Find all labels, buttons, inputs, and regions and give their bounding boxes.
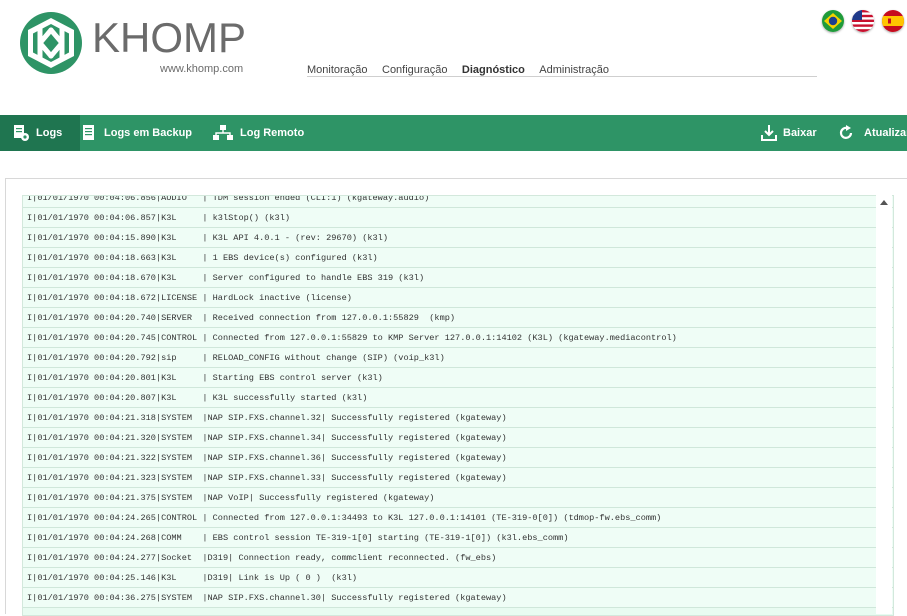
logs-backup-tab[interactable]: Logs em Backup <box>80 115 192 151</box>
scroll-up-icon[interactable] <box>880 200 888 205</box>
nav-configuracao[interactable]: Configuração <box>382 64 447 76</box>
download-label: Baixar <box>783 127 817 139</box>
log-list[interactable]: I|01/01/1970 00:04:06.856|AUDIO | TDM se… <box>22 195 894 616</box>
header: KHOMP www.khomp.com Monitoração Configur… <box>0 0 907 100</box>
usa-flag-icon[interactable] <box>852 10 874 32</box>
log-line: I|01/01/1970 00:04:18.672|LICENSE | Hard… <box>23 288 893 308</box>
log-line: I|01/01/1970 00:04:24.265|CONTROL | Conn… <box>23 508 893 528</box>
khomp-logo-icon <box>20 12 82 74</box>
log-line: I|01/01/1970 00:04:20.740|SERVER | Recei… <box>23 308 893 328</box>
brazil-flag-icon[interactable] <box>822 10 844 32</box>
log-line: I|01/01/1970 00:04:20.745|CONTROL | Conn… <box>23 328 893 348</box>
log-remote-label: Log Remoto <box>240 127 305 139</box>
log-line: I|01/01/1970 00:04:20.801|K3L | Starting… <box>23 368 893 388</box>
log-file-icon <box>14 125 29 141</box>
log-line: I|01/01/1970 00:04:24.268|COMM | EBS con… <box>23 528 893 548</box>
log-line: I|01/01/1970 00:04:21.318|SYSTEM |NAP SI… <box>23 408 893 428</box>
download-button[interactable]: Baixar <box>761 115 817 151</box>
nav-diagnostico[interactable]: Diagnóstico <box>462 64 525 76</box>
log-line: I|01/01/1970 00:04:21.322|SYSTEM |NAP SI… <box>23 448 893 468</box>
logs-backup-label: Logs em Backup <box>104 127 193 139</box>
log-line: I|01/01/1970 00:04:15.890|K3L | K3L API … <box>23 228 893 248</box>
log-line: I|01/01/1970 00:04:18.670|K3L | Server c… <box>23 268 893 288</box>
spain-flag-icon[interactable] <box>882 10 904 32</box>
logs-tab-label: Logs <box>36 127 63 139</box>
log-line: I|01/01/1970 00:04:20.792|sip | RELOAD_C… <box>23 348 893 368</box>
logs-tab[interactable]: Logs <box>0 115 80 151</box>
brand-name: KHOMP <box>92 14 247 61</box>
log-line: I|01/01/1970 00:04:24.277|Socket |D319| … <box>23 548 893 568</box>
khomp-logo[interactable]: KHOMP www.khomp.com <box>18 10 268 78</box>
backup-file-icon <box>83 125 94 140</box>
log-line: I|01/01/1970 00:04:20.807|K3L | K3L succ… <box>23 388 893 408</box>
log-line: I|01/01/1970 00:04:21.320|SYSTEM |NAP SI… <box>23 428 893 448</box>
log-panel: I|01/01/1970 00:04:06.856|AUDIO | TDM se… <box>5 178 907 616</box>
top-navigation: Monitoração Configuração Diagnóstico Adm… <box>307 60 817 77</box>
brand-url: www.khomp.com <box>160 63 244 75</box>
network-icon <box>213 125 233 140</box>
language-selector <box>822 10 907 32</box>
log-remote-tab[interactable]: Log Remoto <box>212 115 304 151</box>
log-line: I|01/01/1970 00:04:21.323|SYSTEM |NAP SI… <box>23 468 893 488</box>
nav-monitoracao[interactable]: Monitoração <box>307 64 368 76</box>
log-line: I|01/01/1970 00:04:36.275|SYSTEM |NAP SI… <box>23 588 893 608</box>
log-toolbar: Logs Logs em Backup Log Remoto Baixar At… <box>0 115 907 151</box>
download-icon <box>761 125 777 141</box>
log-line: I|01/01/1970 00:04:18.663|K3L | 1 EBS de… <box>23 248 893 268</box>
refresh-label: Atualizar <box>864 127 907 139</box>
log-line: I|01/01/1970 00:04:06.857|K3L | k3lStop(… <box>23 208 893 228</box>
log-scrollbar[interactable] <box>876 195 892 614</box>
nav-administracao[interactable]: Administração <box>539 64 609 76</box>
refresh-button[interactable]: Atualizar <box>838 115 907 151</box>
log-line: I|01/01/1970 00:04:21.375|SYSTEM |NAP Vo… <box>23 488 893 508</box>
log-line: I|01/01/1970 00:04:25.146|K3L |D319| Lin… <box>23 568 893 588</box>
log-line: I|01/01/1970 00:04:06.856|AUDIO | TDM se… <box>23 196 893 208</box>
refresh-icon <box>839 125 853 139</box>
